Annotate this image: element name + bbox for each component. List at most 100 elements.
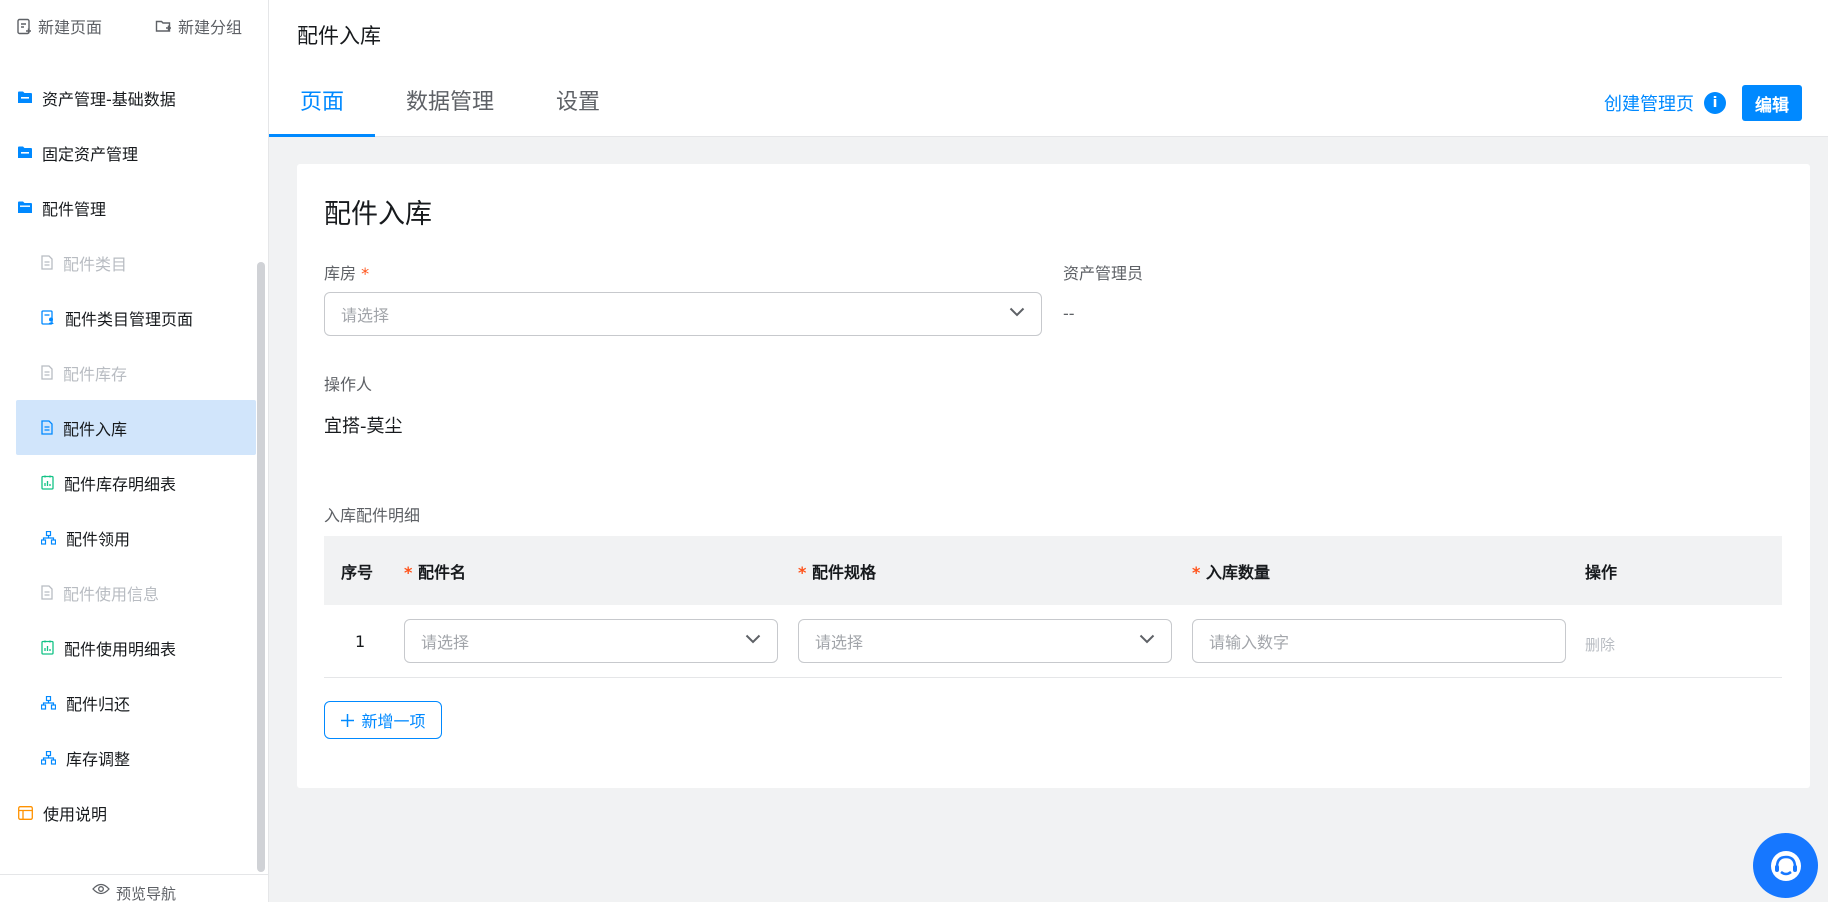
- new-page-label: 新建页面: [38, 18, 103, 37]
- sidebar-item-label: 配件使用明细表: [64, 639, 177, 659]
- required-mark: *: [361, 264, 370, 283]
- tab-page[interactable]: 页面: [269, 84, 376, 137]
- quantity-input[interactable]: 请输入数字: [1192, 619, 1566, 663]
- sidebar-item-label: 库存调整: [66, 749, 131, 769]
- sidebar-item-asset-basic-data[interactable]: 资产管理-基础数据: [16, 70, 256, 125]
- add-item-label: 新增一项: [361, 712, 426, 731]
- flow-icon: [41, 750, 56, 765]
- warehouse-label-text: 库房: [324, 264, 357, 283]
- sidebar-item-label: 配件类目: [63, 254, 128, 274]
- warehouse-select-placeholder: 请选择: [341, 306, 390, 325]
- row-number: 1: [355, 632, 366, 651]
- sidebar-item-label: 配件使用信息: [63, 584, 160, 604]
- asset-admin-value: --: [1063, 304, 1075, 323]
- headset-icon: [1766, 846, 1806, 886]
- sidebar-item-label: 使用说明: [43, 804, 108, 824]
- part-name-select[interactable]: 请选择: [404, 619, 778, 663]
- header-quantity-text: 入库数量: [1205, 562, 1270, 582]
- document-icon: [41, 585, 53, 600]
- sidebar-item-label: 配件归还: [66, 694, 131, 714]
- chevron-down-icon: [1139, 634, 1155, 644]
- sidebar-item-parts-inbound[interactable]: 配件入库: [16, 400, 256, 455]
- chevron-down-icon: [745, 634, 761, 644]
- operator-label: 操作人: [324, 375, 373, 394]
- sidebar-item-usage-guide[interactable]: 使用说明: [16, 785, 256, 840]
- new-group-icon: [155, 18, 172, 34]
- header-part-name-text: 配件名: [417, 562, 466, 582]
- page-header: 配件入库 页面 数据管理 设置 创建管理页 i 编辑: [269, 0, 1828, 137]
- header-operation: 操作: [1585, 562, 1618, 582]
- tab-data-management[interactable]: 数据管理: [375, 84, 525, 137]
- sidebar-item-label: 配件库存明细表: [64, 474, 177, 494]
- flow-icon: [41, 695, 56, 710]
- sidebar-item-label: 配件管理: [42, 199, 107, 219]
- new-page-button[interactable]: 新建页面: [16, 14, 102, 38]
- required-mark: *: [798, 562, 807, 582]
- warehouse-select[interactable]: 请选择: [324, 292, 1042, 336]
- sidebar-item-parts-inventory[interactable]: 配件库存: [16, 345, 256, 400]
- report-icon: [41, 640, 54, 655]
- header-part-spec: * 配件规格: [798, 559, 876, 583]
- sidebar-item-parts-return[interactable]: 配件归还: [16, 675, 256, 730]
- header-quantity: * 入库数量: [1192, 559, 1270, 583]
- sidebar-item-parts-inventory-detail[interactable]: 配件库存明细表: [16, 455, 256, 510]
- quantity-placeholder: 请输入数字: [1209, 633, 1290, 652]
- table-row: 1 请选择 请选择 请输入数字 删除: [324, 605, 1782, 678]
- sidebar-item-parts-usage-detail[interactable]: 配件使用明细表: [16, 620, 256, 675]
- sidebar-item-label: 固定资产管理: [42, 144, 139, 164]
- sidebar-item-inventory-adjust[interactable]: 库存调整: [16, 730, 256, 785]
- header-part-spec-text: 配件规格: [811, 562, 876, 582]
- new-group-label: 新建分组: [177, 18, 242, 37]
- part-spec-placeholder: 请选择: [815, 633, 864, 652]
- info-icon[interactable]: i: [1704, 92, 1726, 114]
- warehouse-label: 库房 *: [324, 260, 369, 284]
- delete-row-button[interactable]: 删除: [1585, 634, 1615, 655]
- form-title: 配件入库: [324, 199, 432, 230]
- tab-settings[interactable]: 设置: [525, 84, 631, 137]
- tab-bar: 页面 数据管理 设置: [269, 84, 631, 137]
- preview-nav-button[interactable]: 预览导航: [0, 874, 268, 902]
- admin-page-icon: [41, 310, 55, 325]
- sidebar-item-parts-category-admin[interactable]: 配件类目管理页面: [16, 290, 256, 345]
- sidebar-item-label: 资产管理-基础数据: [42, 89, 176, 109]
- flow-icon: [41, 530, 56, 545]
- operator-value: 宜搭-莫尘: [324, 416, 403, 437]
- sidebar-nav: 资产管理-基础数据 固定资产管理 配件管理 配件类目 配件类目管理页面 配件库存…: [16, 70, 256, 840]
- folder-icon: [18, 146, 32, 159]
- sidebar-scrollbar[interactable]: [257, 262, 265, 872]
- sidebar-item-parts-usage-info[interactable]: 配件使用信息: [16, 565, 256, 620]
- new-page-icon: [16, 18, 32, 35]
- sidebar-toolbar: 新建页面 新建分组: [0, 0, 268, 52]
- form-card: 配件入库 库房 * 请选择 资产管理员 -- 操作人 宜搭-莫尘 入库配件明细 …: [297, 164, 1810, 788]
- sidebar-item-label: 配件入库: [63, 419, 128, 439]
- guide-page-icon: [18, 805, 33, 820]
- sidebar-item-parts-requisition[interactable]: 配件领用: [16, 510, 256, 565]
- create-admin-page-link[interactable]: 创建管理页: [1604, 90, 1694, 116]
- part-name-placeholder: 请选择: [421, 633, 470, 652]
- table-header: 序号 * 配件名 * 配件规格 * 入库数量 操作: [324, 536, 1782, 605]
- edit-button[interactable]: 编辑: [1742, 85, 1802, 121]
- header-no: 序号: [341, 562, 374, 582]
- page-title: 配件入库: [297, 24, 381, 48]
- asset-admin-label: 资产管理员: [1063, 264, 1144, 283]
- new-group-button[interactable]: 新建分组: [155, 14, 242, 38]
- customer-service-button[interactable]: [1753, 833, 1818, 898]
- document-icon: [41, 255, 53, 270]
- detail-section-label: 入库配件明细: [324, 506, 421, 525]
- document-icon: [41, 365, 53, 380]
- header-actions: 创建管理页 i 编辑: [1604, 85, 1802, 121]
- sidebar-item-label: 配件库存: [63, 364, 128, 384]
- part-spec-select[interactable]: 请选择: [798, 619, 1172, 663]
- folder-icon: [18, 91, 32, 104]
- required-mark: *: [1192, 562, 1201, 582]
- required-mark: *: [404, 562, 413, 582]
- eye-icon: [92, 883, 110, 895]
- chevron-down-icon: [1009, 307, 1025, 317]
- header-part-name: * 配件名: [404, 559, 466, 583]
- sidebar-item-parts-management[interactable]: 配件管理: [16, 180, 256, 235]
- sidebar: 新建页面 新建分组 资产管理-基础数据 固定资产管理 配件管理 配件类目 配件类…: [0, 0, 269, 902]
- plus-icon: [340, 713, 355, 728]
- sidebar-item-parts-category[interactable]: 配件类目: [16, 235, 256, 290]
- add-item-button[interactable]: 新增一项: [324, 701, 442, 739]
- sidebar-item-fixed-assets[interactable]: 固定资产管理: [16, 125, 256, 180]
